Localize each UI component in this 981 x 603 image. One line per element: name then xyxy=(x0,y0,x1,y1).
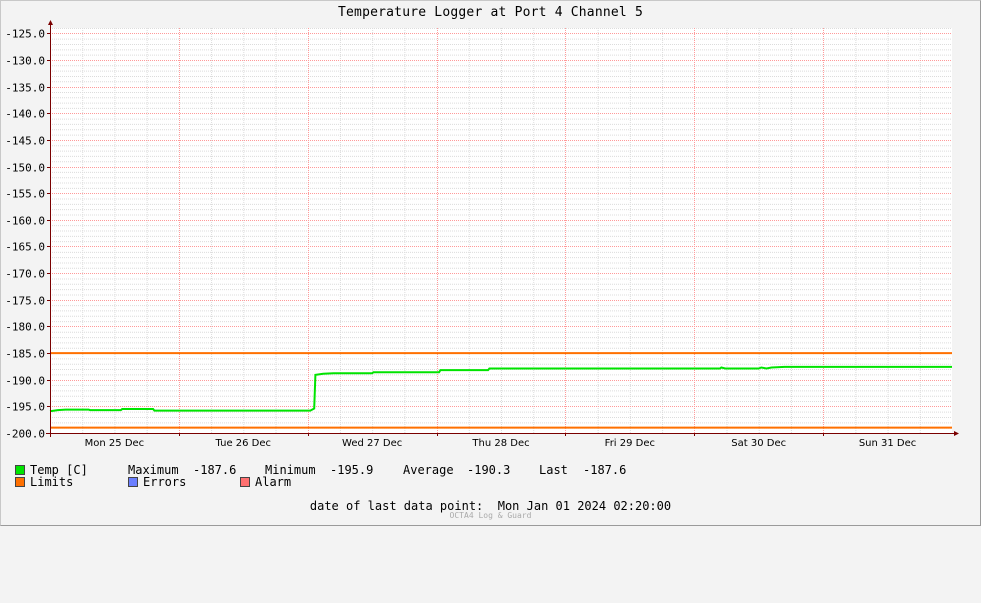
x-axis-arrow xyxy=(954,431,959,436)
chart-plot: -125.0 -130.0 -135.0 -140.0 -145.0 -150.0 -155… xyxy=(5,20,959,449)
y-tick-label: -190.0 xyxy=(5,375,45,388)
y-tick-label: -195.0 xyxy=(5,401,45,414)
y-axis-arrow xyxy=(48,20,53,25)
y-tick-label: -200.0 xyxy=(5,428,45,441)
y-tick-label: -175.0 xyxy=(5,295,45,308)
y-tick-label: -160.0 xyxy=(5,215,45,228)
stat-average-label: Average xyxy=(403,463,454,477)
y-tick-label: -150.0 xyxy=(5,162,45,175)
y-tick-label: -185.0 xyxy=(5,348,45,361)
y-tick-label: -145.0 xyxy=(5,135,45,148)
y-tick-label: -165.0 xyxy=(5,241,45,254)
y-tick-label: -140.0 xyxy=(5,108,45,121)
x-tick-label: Wed 27 Dec xyxy=(342,438,402,449)
x-tick-label: Fri 29 Dec xyxy=(605,438,655,449)
legend-alarm: Alarm xyxy=(240,475,291,489)
y-tick-label: -135.0 xyxy=(5,82,45,95)
legend-limits: Limits xyxy=(15,475,73,489)
stat-minimum-value: -195.9 xyxy=(330,463,374,477)
stat-last-label: Last xyxy=(539,463,568,477)
stat-last-value: -187.6 xyxy=(583,463,627,477)
y-tick-label: -130.0 xyxy=(5,55,45,68)
stat-average-value: -190.3 xyxy=(467,463,511,477)
stat-maximum-value: -187.6 xyxy=(193,463,237,477)
legend-errors-label: Errors xyxy=(143,475,187,489)
legend-alarm-label: Alarm xyxy=(255,475,292,489)
legend-errors: Errors xyxy=(128,475,186,489)
legend-alarm-swatch xyxy=(240,477,250,487)
x-tick-label: Thu 28 Dec xyxy=(471,438,529,449)
y-tick-label: -180.0 xyxy=(5,321,45,334)
legend-temp-swatch xyxy=(15,465,25,475)
legend-limits-swatch xyxy=(15,477,25,487)
y-tick-label: -155.0 xyxy=(5,188,45,201)
footer-credit: OCTA4 Log & Guard xyxy=(449,511,532,520)
y-tick-label: -170.0 xyxy=(5,268,45,281)
x-tick-label: Sat 30 Dec xyxy=(731,438,786,449)
y-tick-label: -125.0 xyxy=(5,28,45,41)
legend-errors-swatch xyxy=(128,477,138,487)
legend-limits-label: Limits xyxy=(30,475,74,489)
x-tick-label: Mon 25 Dec xyxy=(85,438,145,449)
x-tick-label: Tue 26 Dec xyxy=(215,438,272,449)
x-tick-label: Sun 31 Dec xyxy=(859,438,916,449)
